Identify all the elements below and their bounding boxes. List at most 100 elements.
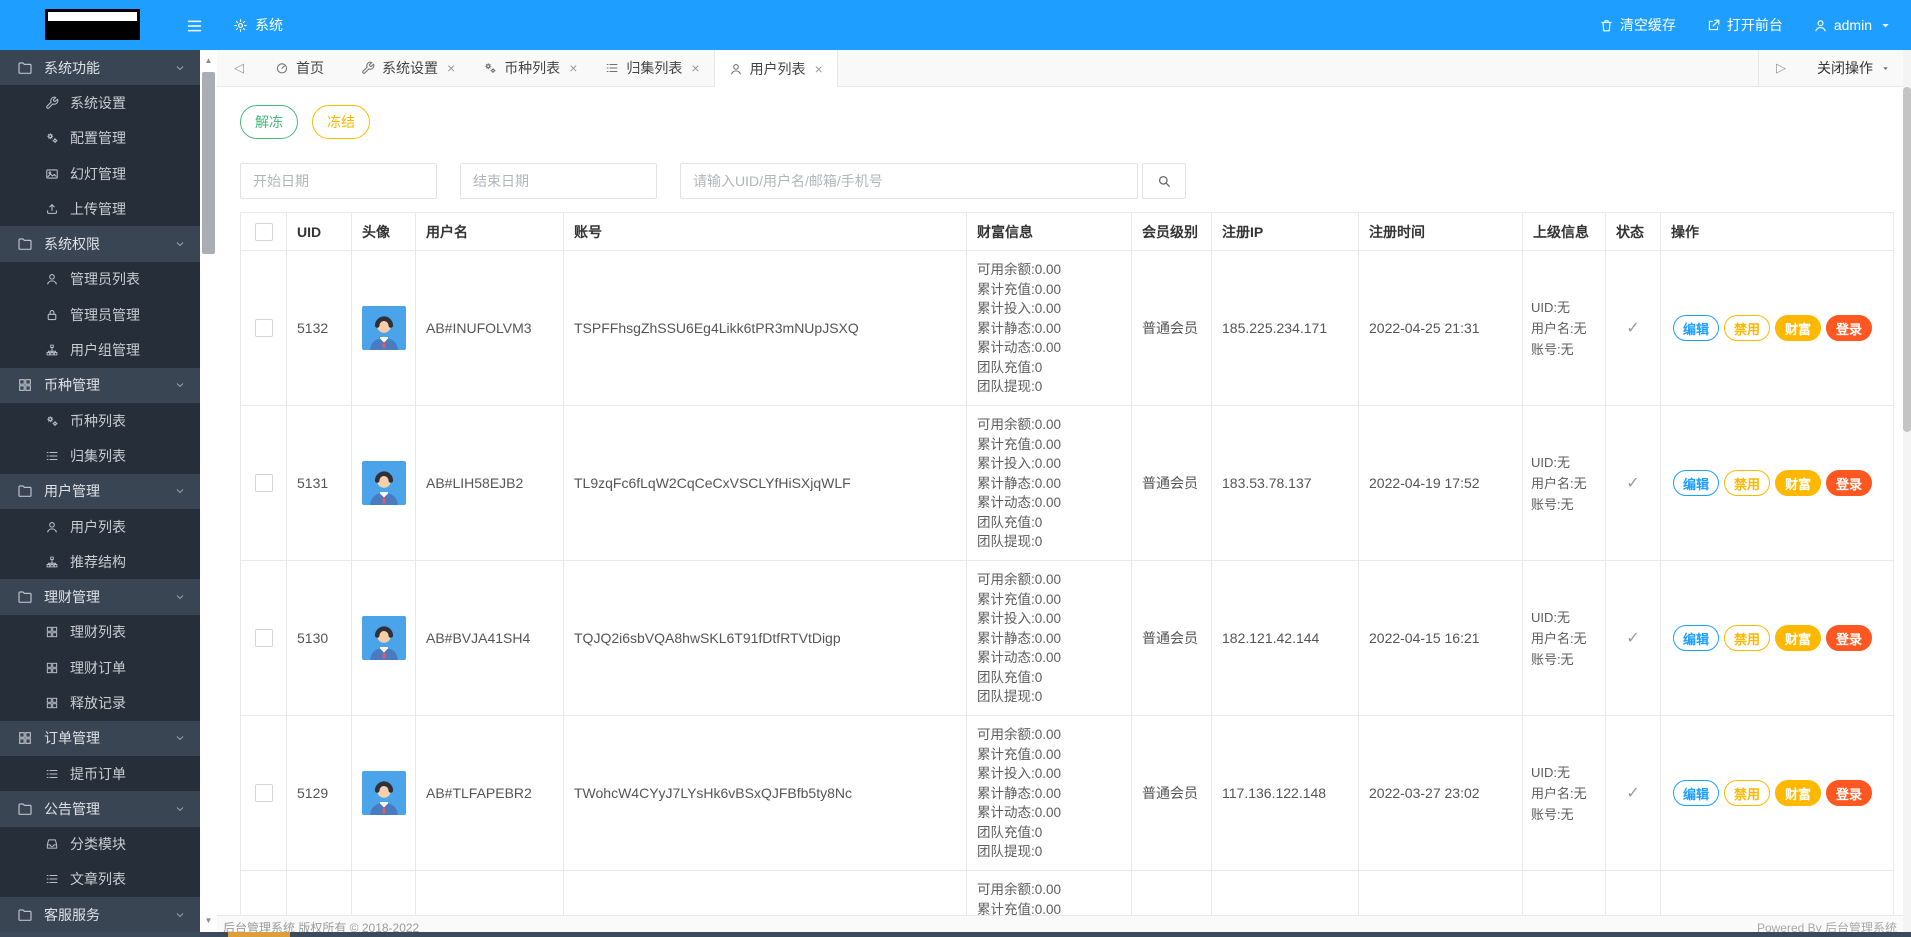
cell-level: 普通会员 — [1131, 560, 1212, 716]
sidebar-item[interactable]: 用户管理 — [0, 473, 200, 509]
user-avatar — [361, 306, 406, 350]
sidebar-item[interactable]: 文章列表 — [0, 861, 200, 898]
cell-level: 普通会员 — [1131, 250, 1212, 406]
login-button[interactable]: 登录 — [1826, 625, 1873, 651]
sidebar-item[interactable]: 幻灯管理 — [0, 155, 200, 192]
sidebar-item-label: 分类模块 — [70, 836, 126, 853]
sidebar-item[interactable]: 用户列表 — [0, 508, 200, 545]
row-checkbox[interactable] — [254, 474, 273, 493]
tab-close-icon[interactable]: × — [569, 61, 577, 75]
cell-wealth-info: 可用余额:0.00 累计充值:0.00 累计投入:0.00 累计静态:0.00 … — [977, 572, 1062, 704]
cell-account: TWohcW4CYyJ7LYsHk6vBSxQJFBfb5ty8Nc — [563, 715, 967, 871]
sidebar-scroll-up-arrow[interactable]: ▲ — [200, 54, 217, 68]
sidebar-item[interactable]: 用户组管理 — [0, 332, 200, 368]
sidebar-item[interactable]: 释放记录 — [0, 685, 200, 721]
freeze-button[interactable]: 冻结 — [312, 105, 370, 139]
wealth-button[interactable]: 财富 — [1775, 780, 1822, 806]
sidebar-item[interactable]: 订单管理 — [0, 720, 200, 756]
row-checkbox[interactable] — [254, 319, 273, 338]
tab[interactable]: 币种列表 × — [469, 50, 591, 86]
tab[interactable]: 首页 — [261, 50, 347, 86]
sidebar-item-label: 用户列表 — [70, 518, 126, 535]
sidebar-item[interactable]: 管理员管理 — [0, 297, 200, 333]
tab-close-icon[interactable]: × — [815, 62, 823, 76]
sidebar-item[interactable]: 归集列表 — [0, 438, 200, 474]
wealth-button[interactable]: 财富 — [1775, 625, 1822, 651]
sidebar-item[interactable]: 推荐结构 — [0, 544, 200, 580]
sidebar-item[interactable]: 公告管理 — [0, 791, 200, 827]
clear-cache-button[interactable]: 清空缓存 — [1599, 15, 1676, 35]
tab-close-icon[interactable]: × — [447, 61, 455, 75]
edit-button[interactable]: 编辑 — [1673, 625, 1720, 651]
cell-wealth-info: 可用余额:0.00 累计充值:0.00 累计投入:0.00 累计静态:0.00 … — [977, 417, 1062, 549]
grid-icon — [17, 730, 33, 746]
cell-level: 普通会员 — [1131, 715, 1212, 871]
sidebar-item[interactable]: 理财列表 — [0, 614, 200, 651]
sidebar-item[interactable]: 提币订单 — [0, 755, 200, 792]
wealth-button[interactable]: 财富 — [1775, 470, 1822, 496]
sidebar-item[interactable]: 理财订单 — [0, 650, 200, 686]
sidebar-item[interactable]: 客服服务 — [0, 897, 200, 932]
sidebar-item-label: 系统权限 — [44, 236, 100, 253]
disable-button[interactable]: 禁用 — [1724, 470, 1771, 496]
tab[interactable]: 用户列表 × — [713, 50, 838, 87]
admin-user-menu[interactable]: admin — [1813, 17, 1893, 33]
disable-button[interactable]: 禁用 — [1724, 315, 1771, 341]
close-operations-dropdown[interactable]: 关闭操作 — [1803, 58, 1911, 78]
tab[interactable]: 系统设置 × — [347, 50, 469, 86]
tab-label: 币种列表 — [504, 60, 561, 76]
horizontal-scrollbar[interactable] — [0, 932, 1911, 937]
sidebar-item[interactable]: 币种管理 — [0, 367, 200, 403]
search-input[interactable] — [680, 163, 1138, 199]
sidebar-item[interactable]: 分类模块 — [0, 826, 200, 862]
login-button[interactable]: 登录 — [1826, 780, 1873, 806]
tab-close-icon[interactable]: × — [691, 61, 699, 75]
horizontal-scrollbar-thumb[interactable] — [228, 932, 290, 937]
hamburger-menu-button[interactable] — [184, 17, 205, 33]
wrench-icon — [45, 96, 59, 110]
tab[interactable]: 归集列表 × — [591, 50, 713, 86]
main-vertical-scrollbar[interactable] — [1903, 50, 1911, 932]
sidebar-item-label: 理财订单 — [70, 659, 126, 676]
folder-icon — [17, 236, 33, 252]
tabs-prev-button[interactable]: ◁ — [217, 50, 261, 86]
sidebar-item-label: 客服服务 — [44, 906, 100, 923]
sidebar-item[interactable]: 系统功能 — [0, 50, 200, 86]
sidebar-item[interactable]: 配置管理 — [0, 120, 200, 156]
sidebar-item[interactable]: 管理员列表 — [0, 261, 200, 298]
sidebar-scrollbar-thumb[interactable] — [202, 72, 215, 254]
wealth-button[interactable]: 财富 — [1775, 315, 1822, 341]
cell-wealth-info: 可用余额:0.00 累计充值:0.00 累计投入:0.00 累计静态:0.00 … — [977, 262, 1062, 394]
main-scrollbar-thumb[interactable] — [1903, 87, 1911, 432]
sidebar-item[interactable]: 系统权限 — [0, 226, 200, 262]
cell-wealth-info: 可用余额:0.00 累计充值:0.00 累计投入:0.00 累计静态:0.00 … — [977, 727, 1062, 859]
user-icon — [1813, 18, 1828, 33]
open-frontend-button[interactable]: 打开前台 — [1706, 15, 1783, 35]
tabs-next-button[interactable]: ▷ — [1759, 60, 1803, 76]
row-checkbox[interactable] — [254, 784, 273, 803]
end-date-input[interactable] — [460, 163, 657, 199]
sidebar-scroll-down-arrow[interactable]: ▼ — [200, 914, 217, 928]
search-button[interactable] — [1142, 163, 1186, 199]
tab-label: 首页 — [296, 60, 324, 76]
cell-wealth-info: 可用余额:0.00 累计充值:0.00 累计投入:0.00 累计静态:0.00 … — [977, 882, 1062, 915]
sidebar-item-label: 上传管理 — [70, 200, 126, 217]
edit-button[interactable]: 编辑 — [1673, 470, 1720, 496]
unfreeze-button[interactable]: 解冻 — [240, 105, 298, 139]
disable-button[interactable]: 禁用 — [1724, 780, 1771, 806]
sidebar-item[interactable]: 理财管理 — [0, 579, 200, 615]
select-all-checkbox[interactable] — [254, 222, 273, 241]
sidebar-item[interactable]: 上传管理 — [0, 191, 200, 227]
disable-button[interactable]: 禁用 — [1724, 625, 1771, 651]
edit-button[interactable]: 编辑 — [1673, 780, 1720, 806]
list-icon — [45, 767, 59, 781]
sidebar-item[interactable]: 币种列表 — [0, 402, 200, 439]
edit-button[interactable]: 编辑 — [1673, 315, 1720, 341]
login-button[interactable]: 登录 — [1826, 315, 1873, 341]
login-button[interactable]: 登录 — [1826, 470, 1873, 496]
cell-register-ip: 182.121.42.144 — [1211, 560, 1359, 716]
start-date-input[interactable] — [240, 163, 437, 199]
cell-parent-info: UID:无 用户名:无 账号:无 — [1531, 764, 1587, 822]
sidebar-item[interactable]: 系统设置 — [0, 85, 200, 121]
row-checkbox[interactable] — [254, 629, 273, 648]
